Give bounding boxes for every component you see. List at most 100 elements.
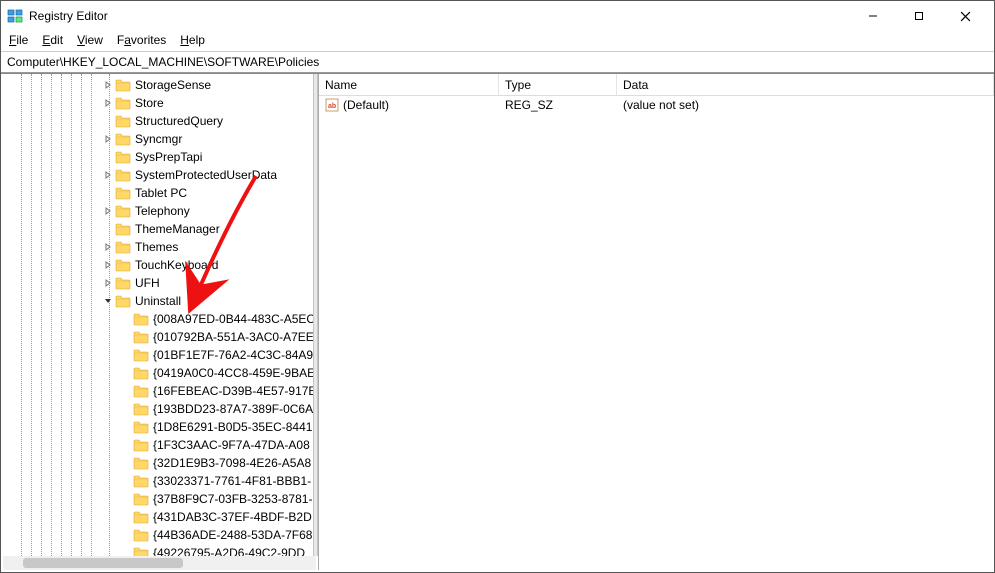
tree-node[interactable]: UFH xyxy=(1,274,318,292)
folder-icon xyxy=(133,528,149,542)
tree-node[interactable]: {44B36ADE-2488-53DA-7F68 xyxy=(1,526,318,544)
tree-node[interactable]: {33023371-7761-4F81-BBB1- xyxy=(1,472,318,490)
tree-node[interactable]: {37B8F9C7-03FB-3253-8781- xyxy=(1,490,318,508)
folder-icon xyxy=(133,384,149,398)
values-pane[interactable]: Name Type Data ab (Default) REG_SZ(value n… xyxy=(319,74,994,570)
chevron-right-icon[interactable] xyxy=(101,99,115,107)
menu-file[interactable]: F/*noop*/ile xyxy=(9,33,28,47)
folder-icon xyxy=(133,402,149,416)
tree-node[interactable]: {008A97ED-0B44-483C-A5EC xyxy=(1,310,318,328)
menu-favorites[interactable]: Favorites xyxy=(117,33,166,47)
folder-icon xyxy=(115,168,131,182)
pane-resize-handle[interactable] xyxy=(313,74,318,556)
tree-node-label: Telephony xyxy=(135,204,190,218)
tree-node-label: SystemProtectedUserData xyxy=(135,168,277,182)
column-data[interactable]: Data xyxy=(617,74,994,95)
tree-node[interactable]: Tablet PC xyxy=(1,184,318,202)
minimize-button[interactable] xyxy=(850,1,896,31)
tree-horizontal-scrollbar[interactable] xyxy=(3,556,316,570)
value-type: REG_SZ xyxy=(499,98,617,112)
menu-help[interactable]: Help xyxy=(180,33,205,47)
folder-icon xyxy=(115,204,131,218)
tree-node[interactable]: TouchKeyboard xyxy=(1,256,318,274)
values-list[interactable]: ab (Default) REG_SZ(value not set) xyxy=(319,96,994,570)
chevron-right-icon[interactable] xyxy=(101,279,115,287)
tree-node[interactable]: {431DAB3C-37EF-4BDF-B2D xyxy=(1,508,318,526)
menubar: F/*noop*/ile Edit View Favorites Help xyxy=(1,31,994,51)
folder-icon xyxy=(133,456,149,470)
chevron-right-icon[interactable] xyxy=(101,243,115,251)
folder-icon xyxy=(115,96,131,110)
tree-list[interactable]: StorageSense Store StructuredQuerySyncmgr… xyxy=(1,74,318,556)
chevron-right-icon[interactable] xyxy=(101,135,115,143)
menu-view[interactable]: View xyxy=(77,33,103,47)
menu-edit[interactable]: Edit xyxy=(42,33,63,47)
tree-node-label: {01BF1E7F-76A2-4C3C-84A9 xyxy=(153,348,313,362)
tree-node[interactable]: {0419A0C0-4CC8-459E-9BAE xyxy=(1,364,318,382)
tree-node-label: UFH xyxy=(135,276,160,290)
tree-node-label: {49226795-A2D6-49C2-9DD xyxy=(153,546,305,556)
tree-pane[interactable]: StorageSense Store StructuredQuerySyncmgr… xyxy=(1,74,319,570)
close-button[interactable] xyxy=(942,1,988,31)
tree-node[interactable]: {193BDD23-87A7-389F-0C6A xyxy=(1,400,318,418)
folder-icon xyxy=(115,222,131,236)
column-type[interactable]: Type xyxy=(499,74,617,95)
tree-node[interactable]: Store xyxy=(1,94,318,112)
string-value-icon: ab xyxy=(325,98,339,112)
address-bar[interactable]: Computer\HKEY_LOCAL_MACHINE\SOFTWARE\Pol… xyxy=(1,51,994,73)
chevron-right-icon[interactable] xyxy=(101,261,115,269)
tree-node-label: {16FEBEAC-D39B-4E57-917E xyxy=(153,384,316,398)
folder-icon xyxy=(133,510,149,524)
column-name[interactable]: Name xyxy=(319,74,499,95)
folder-icon xyxy=(133,366,149,380)
tree-node[interactable]: SystemProtectedUserData xyxy=(1,166,318,184)
chevron-right-icon[interactable] xyxy=(101,81,115,89)
folder-icon xyxy=(115,78,131,92)
folder-icon xyxy=(115,258,131,272)
tree-node[interactable]: StructuredQuery xyxy=(1,112,318,130)
tree-node-label: StorageSense xyxy=(135,78,211,92)
folder-icon xyxy=(133,546,149,556)
tree-node[interactable]: {1D8E6291-B0D5-35EC-8441 xyxy=(1,418,318,436)
chevron-right-icon[interactable] xyxy=(101,171,115,179)
tree-node-label: {193BDD23-87A7-389F-0C6A xyxy=(153,402,313,416)
tree-node[interactable]: {32D1E9B3-7098-4E26-A5A8 xyxy=(1,454,318,472)
value-row[interactable]: ab (Default) REG_SZ(value not set) xyxy=(319,96,994,114)
tree-node-label: SysPrepTapi xyxy=(135,150,202,164)
value-name: (Default) xyxy=(343,98,389,112)
folder-icon xyxy=(133,474,149,488)
tree-node[interactable]: {01BF1E7F-76A2-4C3C-84A9 xyxy=(1,346,318,364)
tree-node-label: Store xyxy=(135,96,164,110)
svg-text:ab: ab xyxy=(328,103,336,110)
folder-icon xyxy=(133,438,149,452)
tree-node[interactable]: SysPrepTapi xyxy=(1,148,318,166)
tree-node-label: {44B36ADE-2488-53DA-7F68 xyxy=(153,528,312,542)
folder-icon xyxy=(115,276,131,290)
tree-node[interactable]: Syncmgr xyxy=(1,130,318,148)
folder-icon xyxy=(115,186,131,200)
tree-node[interactable]: {1F3C3AAC-9F7A-47DA-A08 xyxy=(1,436,318,454)
tree-node[interactable]: Telephony xyxy=(1,202,318,220)
chevron-down-icon[interactable] xyxy=(101,297,115,305)
maximize-button[interactable] xyxy=(896,1,942,31)
tree-node[interactable]: {010792BA-551A-3AC0-A7EE xyxy=(1,328,318,346)
tree-node-label: {1D8E6291-B0D5-35EC-8441 xyxy=(153,420,312,434)
tree-node[interactable]: {49226795-A2D6-49C2-9DD xyxy=(1,544,318,556)
tree-node[interactable]: ThemeManager xyxy=(1,220,318,238)
titlebar: Registry Editor xyxy=(1,1,994,31)
tree-node[interactable]: Uninstall xyxy=(1,292,318,310)
tree-node-label: Tablet PC xyxy=(135,186,187,200)
tree-node[interactable]: StorageSense xyxy=(1,76,318,94)
scrollbar-thumb[interactable] xyxy=(23,558,183,568)
values-header: Name Type Data xyxy=(319,74,994,96)
tree-node-label: {008A97ED-0B44-483C-A5EC xyxy=(153,312,315,326)
content-area: StorageSense Store StructuredQuerySyncmgr… xyxy=(1,73,994,570)
tree-node[interactable]: {16FEBEAC-D39B-4E57-917E xyxy=(1,382,318,400)
folder-icon xyxy=(133,348,149,362)
tree-node-label: {33023371-7761-4F81-BBB1- xyxy=(153,474,311,488)
tree-node-label: {431DAB3C-37EF-4BDF-B2D xyxy=(153,510,312,524)
folder-icon xyxy=(115,114,131,128)
chevron-right-icon[interactable] xyxy=(101,207,115,215)
tree-node[interactable]: Themes xyxy=(1,238,318,256)
value-data: (value not set) xyxy=(617,98,994,112)
